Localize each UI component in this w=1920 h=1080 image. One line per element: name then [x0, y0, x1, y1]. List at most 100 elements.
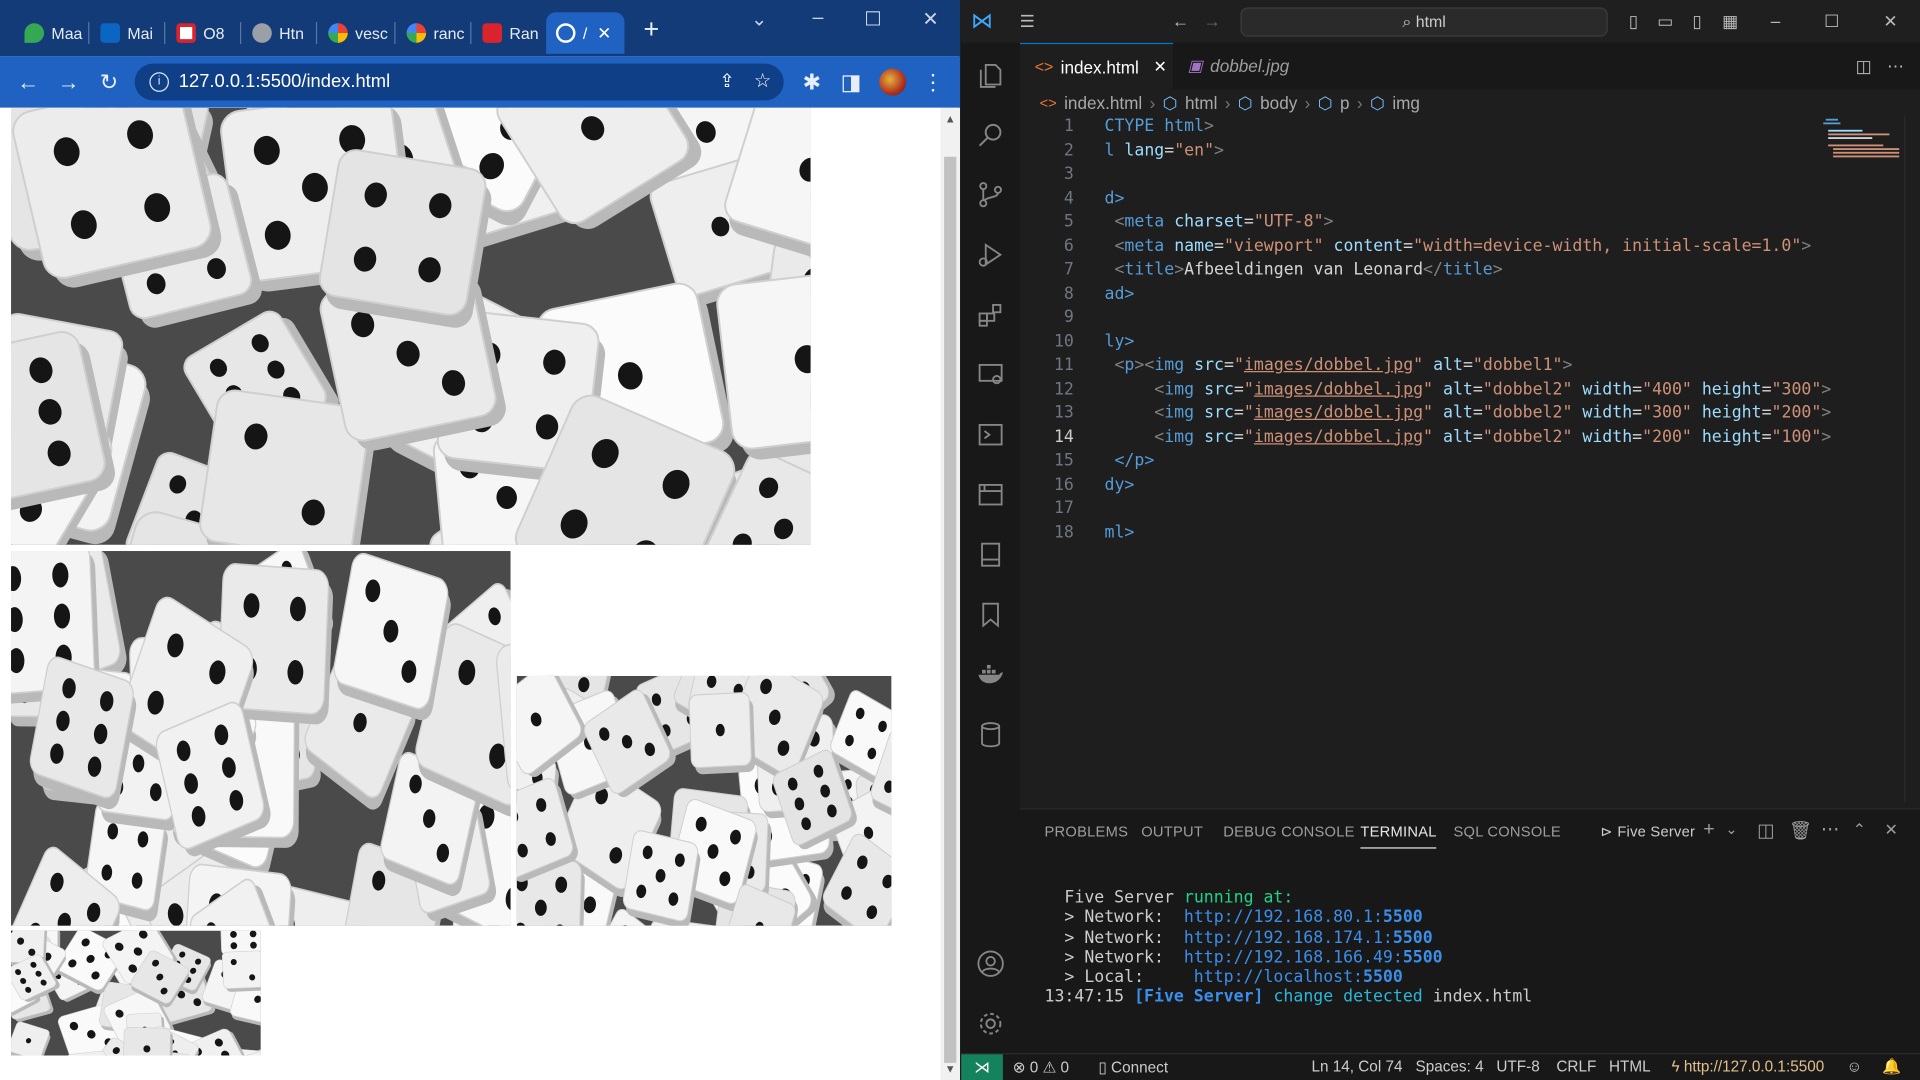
forward-icon[interactable]: →	[54, 67, 83, 96]
browser-tab-6[interactable]: Ran	[473, 12, 546, 54]
tab-dobbel-jpg[interactable]: ▣ dobbel.jpg	[1173, 43, 1320, 90]
docker-icon[interactable]	[976, 660, 1005, 689]
notebook-icon[interactable]	[976, 540, 1005, 569]
split-terminal-icon[interactable]: ◫	[1757, 819, 1775, 841]
browser-tab-3[interactable]: Htn	[242, 12, 315, 54]
maximize-panel-icon[interactable]: ⌃	[1853, 820, 1867, 840]
tab-search-icon[interactable]: ⌄	[744, 7, 773, 31]
tab-close-icon[interactable]: ✕	[597, 23, 611, 44]
run-debug-icon[interactable]	[976, 240, 1005, 269]
terminal-output[interactable]: Five Server running at: > Network: http:…	[1044, 888, 1532, 1008]
breadcrumb-item[interactable]: index.html	[1064, 93, 1142, 113]
cursor-position[interactable]: Ln 14, Col 74	[1311, 1058, 1402, 1075]
connect-status[interactable]: ▯ Connect	[1098, 1058, 1168, 1076]
profile-avatar[interactable]	[879, 68, 907, 96]
line-number: 13	[1053, 402, 1074, 423]
line-number: 7	[1063, 259, 1074, 280]
source-control-icon[interactable]	[976, 180, 1005, 209]
extensions-icon[interactable]	[976, 300, 1005, 329]
browser-tab-0[interactable]: Maa	[15, 12, 88, 54]
breadcrumb-item[interactable]: body	[1260, 93, 1297, 113]
explorer-icon[interactable]	[976, 61, 1005, 90]
more-actions-icon[interactable]: ⋯	[1821, 818, 1840, 840]
terminal-selector[interactable]: ⊳ Five Server	[1600, 823, 1695, 840]
breadcrumb-item[interactable]: p	[1340, 93, 1350, 113]
tab-close-icon[interactable]: ✕	[1153, 57, 1166, 77]
scroll-thumb[interactable]	[944, 156, 957, 1063]
terminal-line: > Network: http://192.168.166.49:5500	[1064, 947, 1443, 968]
panel-tab-problems[interactable]: PROBLEMS	[1044, 823, 1128, 840]
menu-kebab-icon[interactable]: ⋮	[918, 67, 947, 96]
toggle-sidebar-icon[interactable]: ▯	[1622, 10, 1644, 32]
database-icon[interactable]	[976, 720, 1005, 749]
scroll-down-arrow[interactable]: ▼	[944, 1063, 956, 1075]
browser-tab-2[interactable]: O8	[167, 12, 240, 54]
toggle-panel-icon[interactable]: ▭	[1654, 10, 1676, 32]
more-actions-icon[interactable]: ⋯	[1885, 55, 1907, 77]
remote-explorer-icon[interactable]	[976, 360, 1005, 389]
vscode-window: ⋈ ☰ ← → ⌕ html ▯ ▭ ▯ ▦ – ☐ ✕ <> index.htm…	[961, 0, 1920, 1080]
minimap[interactable]	[1818, 116, 1904, 802]
panel-tab-sql-console[interactable]: SQL CONSOLE	[1453, 823, 1561, 840]
browser-tab-1[interactable]: Mai	[91, 12, 164, 54]
panel-tab-debug-console[interactable]: DEBUG CONSOLE	[1223, 823, 1354, 840]
maximize-icon[interactable]: ☐	[858, 7, 887, 31]
browser-tab-5[interactable]: ranc	[397, 12, 470, 54]
encoding-status[interactable]: UTF-8	[1496, 1058, 1539, 1075]
browser-tab-4[interactable]: vesc	[318, 12, 394, 54]
back-icon[interactable]: ←	[13, 67, 42, 96]
problems-status[interactable]: ⊗ 0 ⚠ 0	[1013, 1058, 1069, 1076]
notifications-bell-icon[interactable]: 🔔	[1882, 1058, 1901, 1076]
reload-icon[interactable]: ↻	[94, 67, 123, 96]
new-tab-button[interactable]: +	[638, 15, 665, 44]
breadcrumb-item[interactable]: html	[1185, 93, 1217, 113]
command-center-search[interactable]: ⌕ html	[1240, 7, 1608, 37]
close-panel-icon[interactable]: ✕	[1885, 820, 1899, 840]
address-bar[interactable]: i 127.0.0.1:5500/index.html ⇪ ☆	[134, 63, 784, 101]
share-icon[interactable]: ⇪	[719, 64, 734, 101]
side-panel-icon[interactable]: ◨	[836, 67, 865, 96]
split-editor-icon[interactable]: ◫	[1853, 55, 1875, 77]
maximize-icon[interactable]: ☐	[1821, 10, 1843, 32]
toggle-secondary-sidebar-icon[interactable]: ▯	[1686, 10, 1708, 32]
language-mode[interactable]: HTML	[1609, 1058, 1651, 1075]
settings-gear-icon[interactable]	[976, 1009, 1005, 1038]
nav-back-icon[interactable]: ←	[1169, 10, 1191, 32]
feedback-icon[interactable]: ☺	[1847, 1058, 1863, 1075]
customize-layout-icon[interactable]: ▦	[1719, 10, 1741, 32]
browser-tab-active[interactable]: / ✕	[546, 12, 625, 54]
site-info-icon[interactable]: i	[149, 72, 169, 92]
minimize-icon[interactable]: –	[1765, 10, 1787, 32]
code-editor[interactable]: 1 2 3 4 5 6 7 8 9 10 11 12 13 14 15 16 1…	[1020, 116, 1831, 802]
panel-view-icon[interactable]	[976, 480, 1005, 509]
account-icon[interactable]	[976, 949, 1005, 978]
new-terminal-icon[interactable]: +	[1703, 819, 1715, 841]
extensions-icon[interactable]: ✱	[797, 67, 826, 96]
tab-index-html[interactable]: <> index.html ✕	[1020, 42, 1174, 90]
bookmark-star-icon[interactable]: ☆	[754, 64, 772, 101]
eol-status[interactable]: CRLF	[1556, 1058, 1596, 1075]
remote-indicator-icon[interactable]: ⋊	[961, 1054, 1003, 1080]
terminal-icon[interactable]	[976, 420, 1005, 449]
hamburger-menu-icon[interactable]: ☰	[1016, 10, 1038, 32]
vscode-titlebar: ⋈ ☰ ← → ⌕ html ▯ ▭ ▯ ▦ – ☐ ✕	[961, 0, 1920, 43]
breadcrumb: <> index.html › ⬡ html › ⬡ body › ⬡ p › ⬡ img	[1039, 92, 1420, 113]
five-server-status[interactable]: ϟ http://127.0.0.1:5500	[1671, 1058, 1824, 1075]
minimize-icon[interactable]: –	[803, 7, 832, 29]
editor-scrollbar[interactable]	[1904, 116, 1920, 803]
breadcrumb-item[interactable]: img	[1392, 93, 1420, 113]
panel-tab-terminal[interactable]: TERMINAL	[1360, 823, 1437, 849]
line-number: 16	[1053, 474, 1074, 495]
nav-forward-icon[interactable]: →	[1201, 10, 1223, 32]
close-window-icon[interactable]: ✕	[1880, 10, 1902, 32]
kill-terminal-icon[interactable]: 🗑	[1789, 819, 1813, 841]
close-window-icon[interactable]: ✕	[916, 7, 945, 31]
indentation-status[interactable]: Spaces: 4	[1416, 1058, 1484, 1075]
status-bar: ⋊ ⊗ 0 ⚠ 0 ▯ Connect Ln 14, Col 74 Spaces…	[961, 1053, 1920, 1080]
chevron-down-icon[interactable]: ⌄	[1725, 820, 1738, 837]
scroll-up-arrow[interactable]: ▲	[944, 113, 956, 125]
search-icon[interactable]	[976, 120, 1005, 149]
bookmark-icon[interactable]	[976, 600, 1005, 629]
panel-tab-output[interactable]: OUTPUT	[1141, 823, 1203, 840]
page-scrollbar[interactable]: ▲ ▼	[940, 107, 961, 1080]
